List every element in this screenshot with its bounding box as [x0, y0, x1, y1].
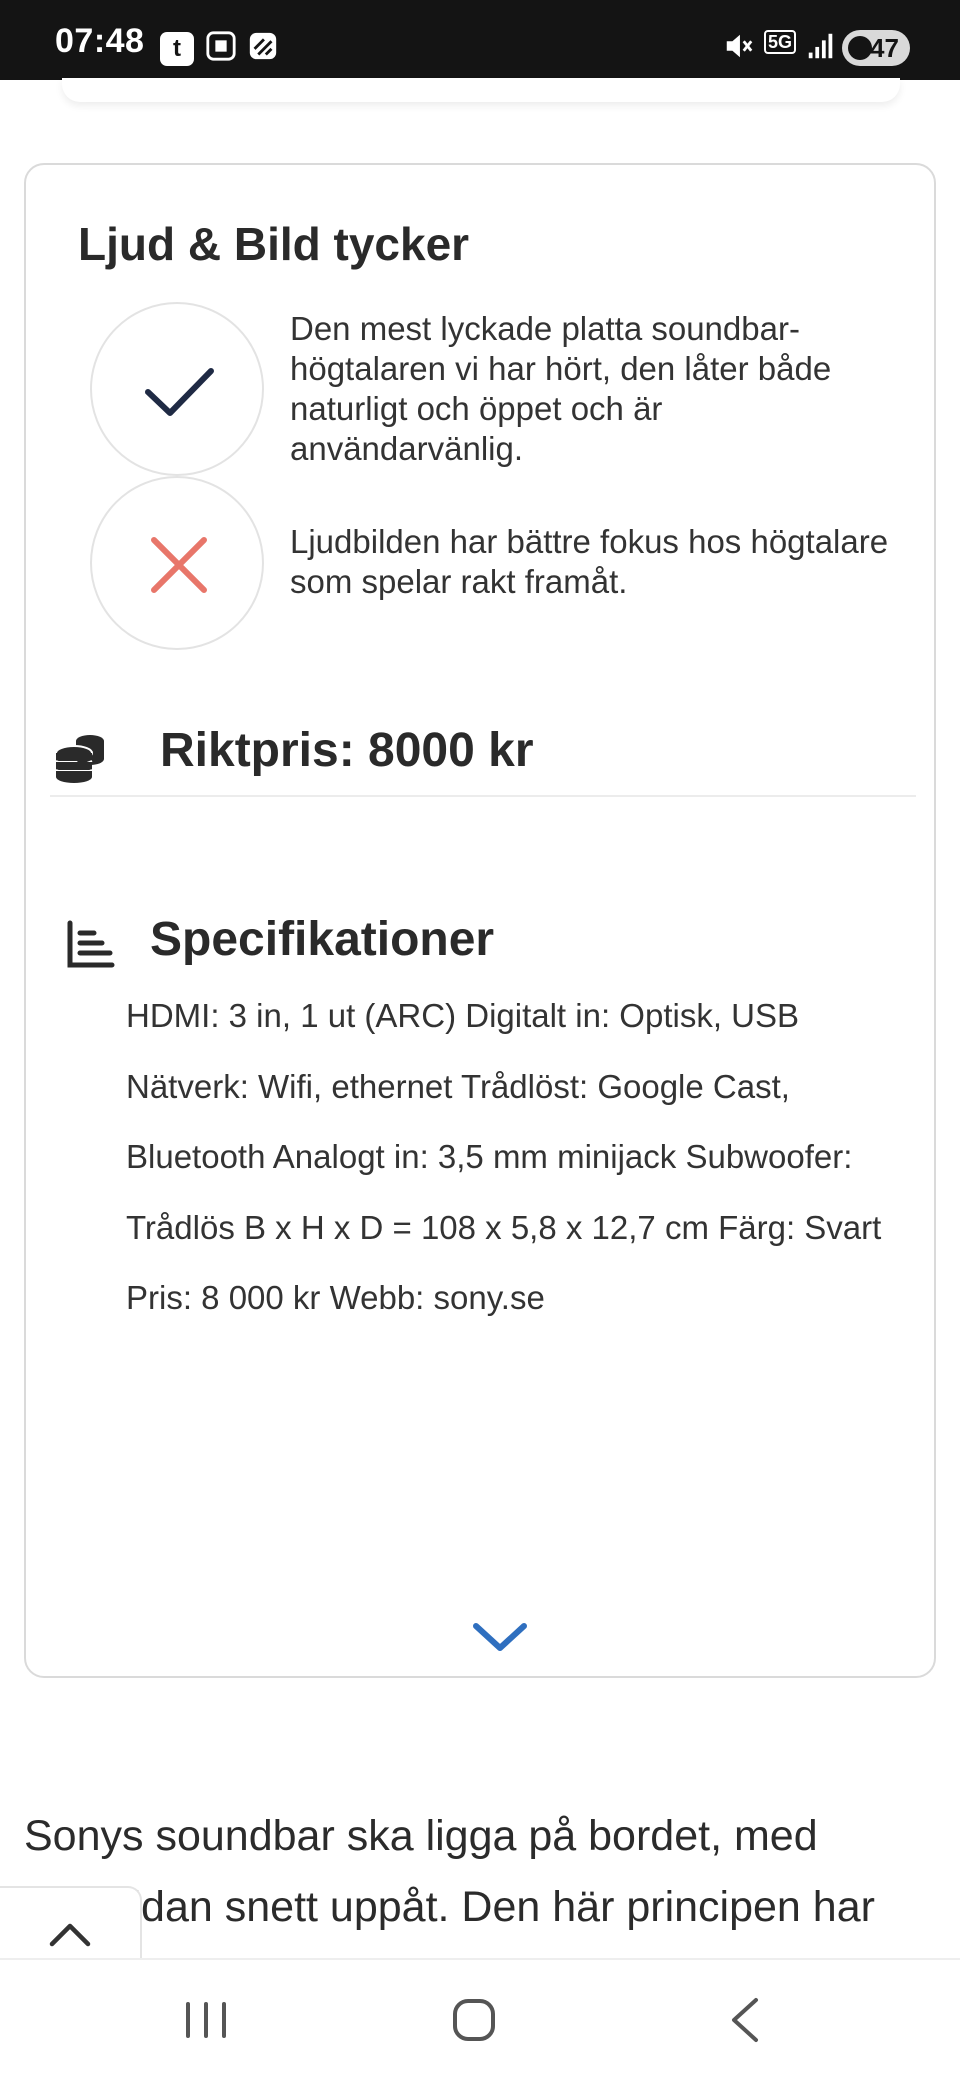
tumblr-icon: t — [160, 32, 194, 66]
article-text: Sonys soundbar ska ligga på bordet, med … — [24, 1801, 936, 1943]
recents-icon[interactable] — [166, 1990, 246, 2050]
check-icon — [145, 368, 214, 416]
battery-level: 47 — [870, 33, 899, 63]
status-bar: 07:48 t 5G 47 — [0, 0, 960, 80]
chevron-up-icon — [49, 1923, 91, 1947]
con-badge — [90, 476, 264, 650]
page: 07:48 t 5G 47 Ljud & Bild tycker Den mes… — [0, 0, 960, 2080]
spec-line: Nätverk: Wifi, ethernet Trådlöst: Google… — [126, 1067, 790, 1105]
screenshot-icon — [206, 31, 236, 61]
coins-icon — [55, 735, 104, 783]
con-text: Ljudbilden har bättre fokus hos högtalar… — [290, 523, 889, 600]
opinion-title: Ljud & Bild tycker — [78, 218, 470, 270]
specs-title: Specifikationer — [150, 913, 495, 966]
expand-chevron-icon[interactable] — [472, 1618, 528, 1658]
pro-badge — [90, 302, 264, 476]
article-line: framsidan snett uppåt. Den här principen… — [24, 1883, 875, 1931]
cross-icon — [151, 537, 207, 593]
article-line: Sonys soundbar ska ligga på bordet, med — [24, 1812, 818, 1860]
signal-icon — [808, 33, 833, 59]
price-text: Riktpris: 8000 kr — [160, 724, 534, 777]
spec-line: Trådlös B x H x D = 108 x 5,8 x 12,7 cm … — [126, 1208, 882, 1246]
review-summary-card: Ljud & Bild tycker Den mest lyckade plat… — [24, 163, 936, 1678]
list-chart-icon — [67, 920, 115, 968]
home-icon[interactable] — [434, 1990, 514, 2050]
5g-icon: 5G — [764, 30, 797, 54]
system-nav-bar — [0, 1960, 960, 2080]
spec-line: Pris: 8 000 kr Webb: sony.se — [126, 1279, 545, 1316]
back-icon[interactable] — [704, 1990, 784, 2050]
app-icon — [249, 32, 277, 60]
status-time: 07:48 — [55, 22, 145, 60]
mute-icon — [726, 34, 753, 58]
battery-icon: 47 — [842, 30, 910, 66]
spec-line: Bluetooth Analogt in: 3,5 mm minijack Su… — [126, 1138, 853, 1175]
previous-card-edge — [62, 78, 900, 102]
specs-list: HDMI: 3 in, 1 ut (ARC) Digitalt in: Opti… — [126, 981, 926, 1334]
pro-text: Den mest lyckade platta soundbar-högtala… — [290, 310, 832, 467]
price-row: Riktpris: 8000 kr — [50, 713, 916, 797]
spec-line: HDMI: 3 in, 1 ut (ARC) Digitalt in: Opti… — [126, 997, 800, 1034]
